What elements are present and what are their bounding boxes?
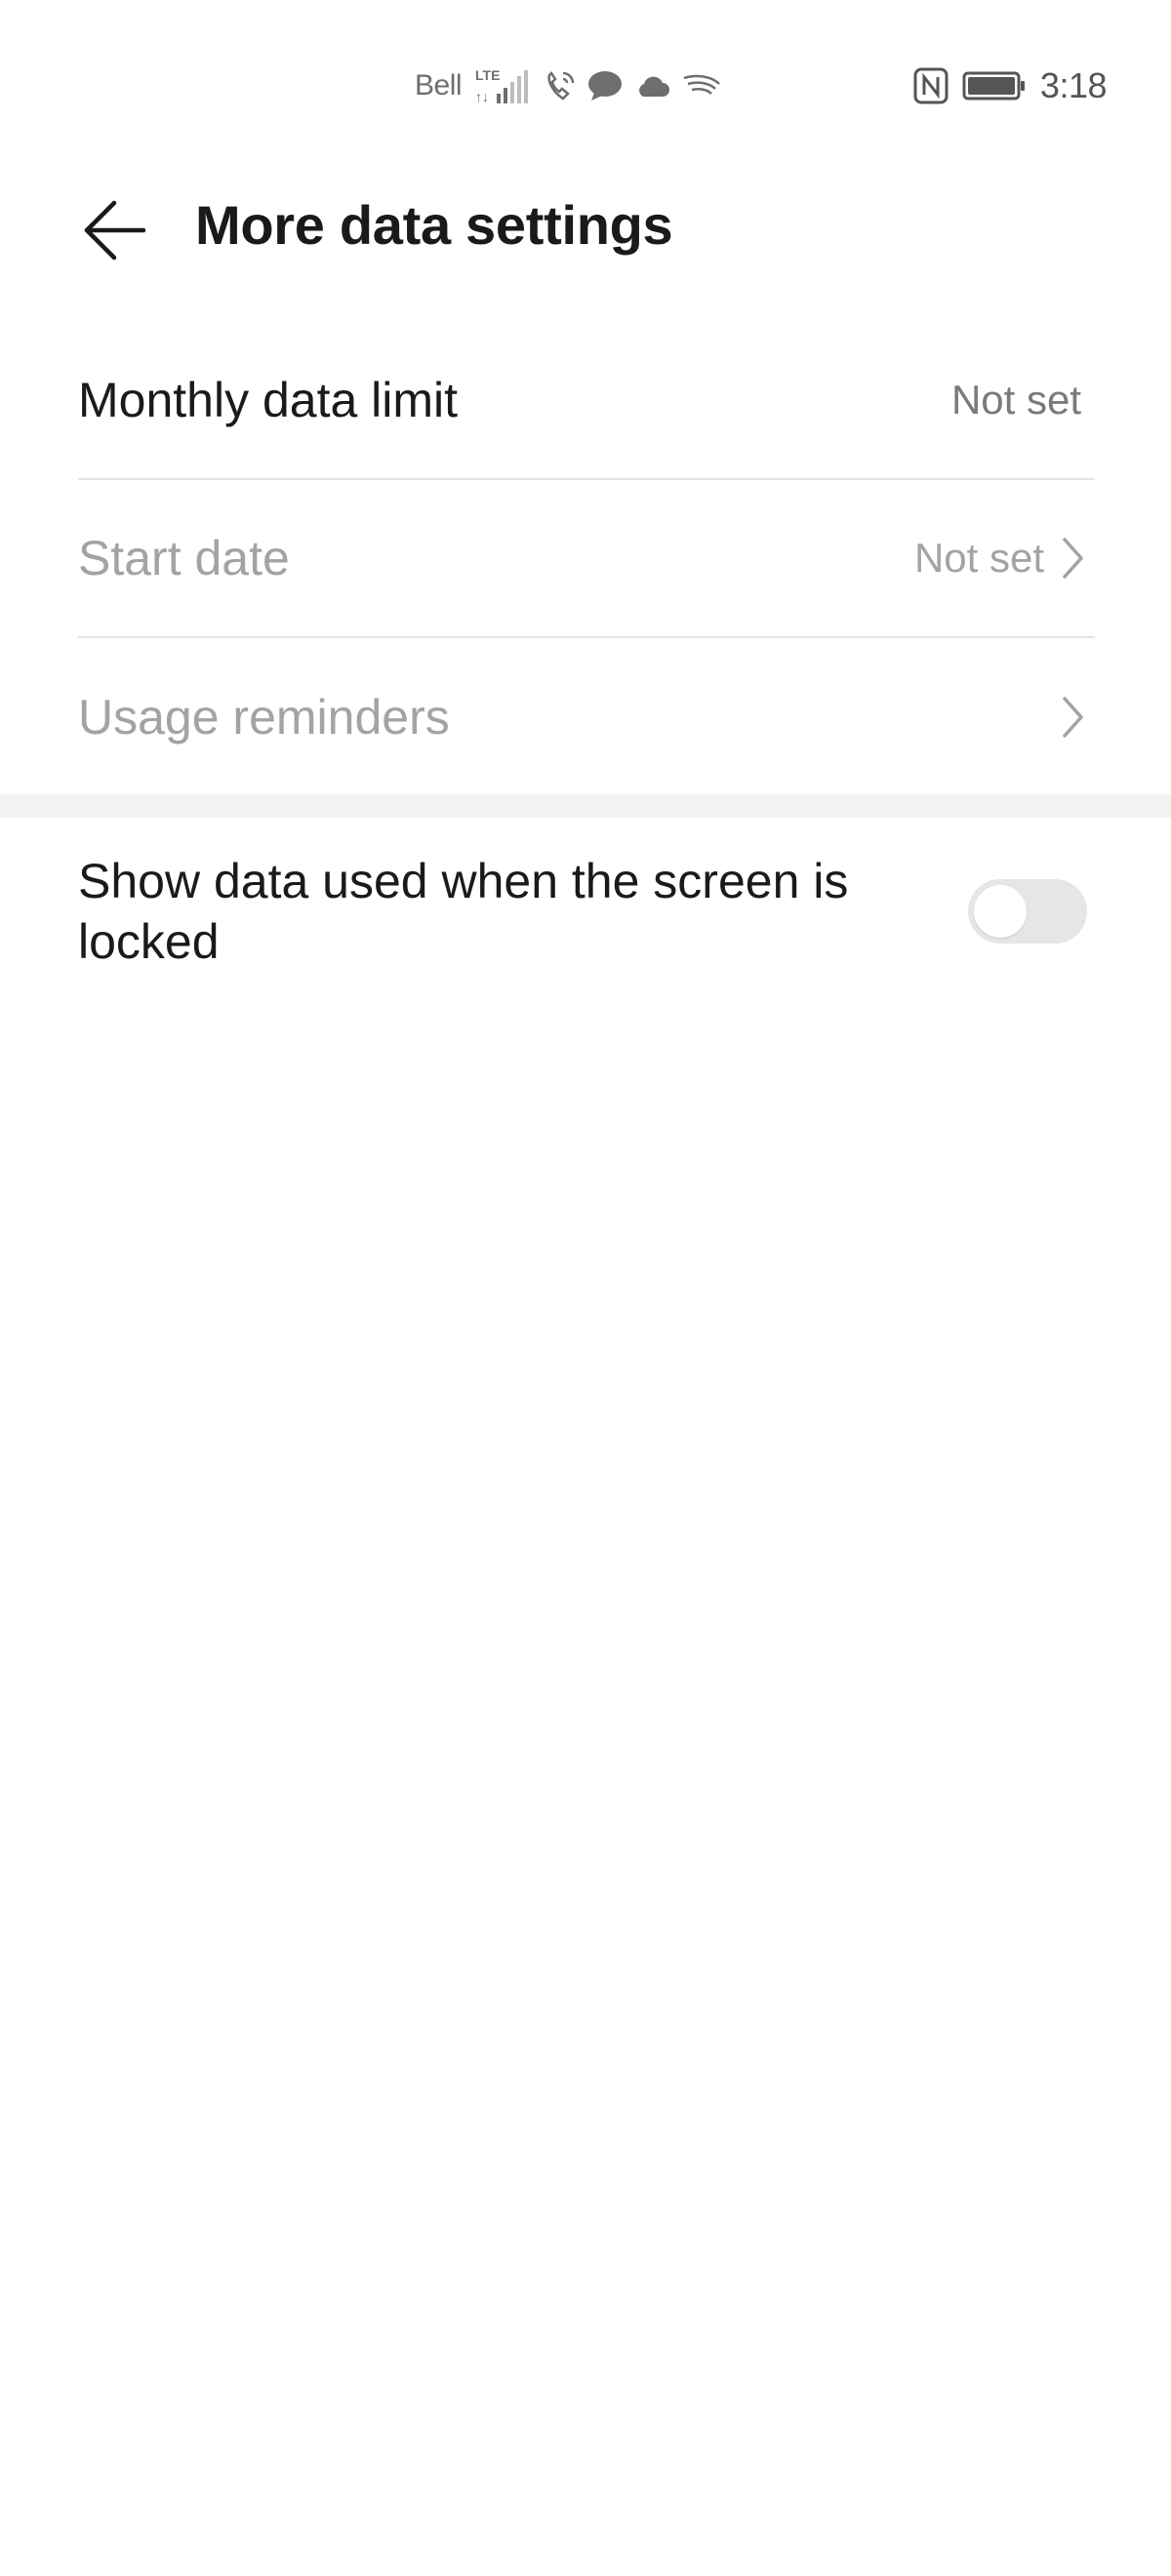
message-icon	[586, 69, 624, 102]
lock-screen-data-toggle[interactable]	[968, 879, 1087, 944]
usage-reminders-row[interactable]: Usage reminders	[78, 638, 1095, 796]
wifi-calling-icon	[544, 69, 575, 102]
chevron-right-icon	[1058, 534, 1089, 583]
page-title: More data settings	[195, 194, 673, 256]
status-system: 3:18	[913, 60, 1108, 111]
lock-screen-data-row: Show data used when the screen is locked	[78, 845, 1095, 978]
toggle-knob	[974, 885, 1027, 938]
monthly-data-limit-value-group: Not set	[951, 377, 1095, 423]
section-divider	[0, 794, 1171, 818]
nfc-icon	[913, 67, 949, 104]
carrier-name: Bell	[415, 69, 463, 101]
lock-screen-data-label: Show data used when the screen is locked	[78, 854, 849, 969]
screen: Bell LTE ↑↓ 3:18 More data settings Mont…	[0, 0, 1171, 2576]
battery-icon	[962, 70, 1027, 101]
app-bar: More data settings	[0, 172, 1171, 289]
start-date-value-group: Not set	[914, 534, 1095, 583]
chevron-right-icon	[1058, 693, 1089, 742]
monthly-data-limit-label: Monthly data limit	[78, 373, 459, 427]
start-date-label: Start date	[78, 531, 290, 585]
start-date-row[interactable]: Start date Not set	[78, 480, 1095, 638]
monthly-data-limit-value: Not set	[950, 377, 1081, 423]
network-type: LTE	[475, 67, 500, 83]
start-date-value: Not set	[913, 535, 1044, 581]
usage-reminders-label: Usage reminders	[78, 690, 450, 745]
svg-text:↑↓: ↑↓	[475, 89, 489, 104]
signal-icon: LTE ↑↓	[473, 66, 532, 105]
clock: 3:18	[1039, 65, 1108, 105]
swiftkey-icon	[682, 72, 721, 100]
cloud-icon	[635, 73, 670, 99]
status-bar: Bell LTE ↑↓ 3:18	[0, 0, 1171, 172]
back-arrow-icon	[84, 200, 146, 261]
usage-reminders-value-group	[1058, 693, 1095, 742]
back-button[interactable]	[64, 183, 166, 277]
monthly-data-limit-row[interactable]: Monthly data limit Not set	[78, 322, 1095, 480]
status-notifications: Bell LTE ↑↓	[415, 60, 721, 111]
